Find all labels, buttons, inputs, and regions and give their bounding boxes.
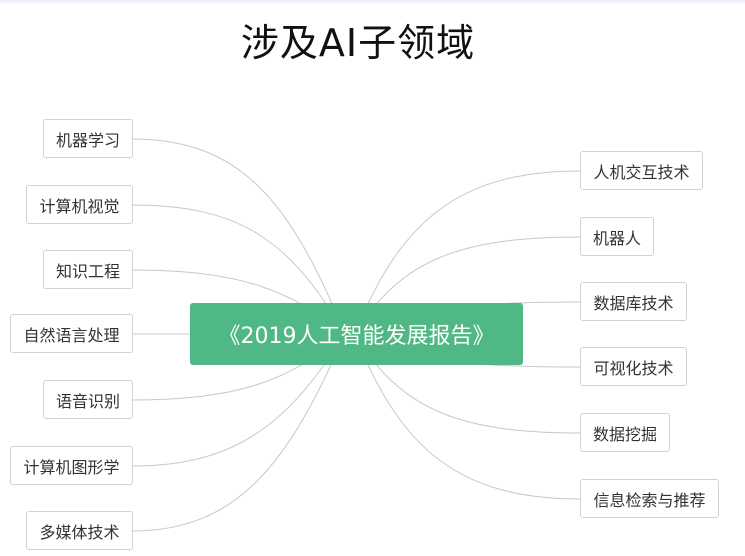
- node-nlp: 自然语言处理: [10, 314, 133, 353]
- node-speech-recognition: 语音识别: [43, 380, 133, 419]
- node-information-retrieval: 信息检索与推荐: [580, 479, 719, 518]
- node-knowledge-engineering: 知识工程: [43, 250, 133, 289]
- node-computer-vision: 计算机视觉: [26, 185, 133, 224]
- node-data-mining: 数据挖掘: [580, 413, 670, 452]
- node-computer-graphics: 计算机图形学: [10, 446, 133, 485]
- center-node: 《2019人工智能发展报告》: [190, 303, 523, 365]
- node-robotics: 机器人: [580, 217, 654, 256]
- node-visualization: 可视化技术: [580, 347, 687, 386]
- node-database: 数据库技术: [580, 282, 687, 321]
- node-machine-learning: 机器学习: [43, 119, 133, 158]
- node-multimedia: 多媒体技术: [26, 511, 133, 550]
- node-hci: 人机交互技术: [580, 151, 703, 190]
